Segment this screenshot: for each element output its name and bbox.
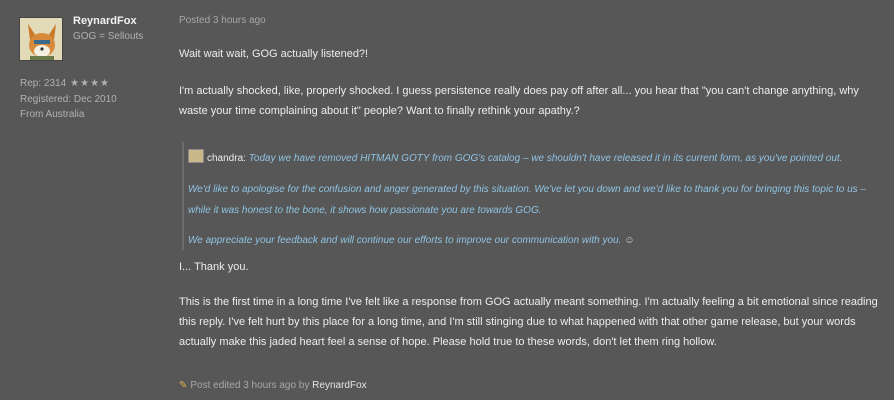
post-edited-note: ✎ Post edited 3 hours ago by ReynardFox (179, 380, 367, 391)
post-timestamp[interactable]: Posted 3 hours ago (179, 15, 266, 26)
reputation-stars-icon: ★★★★ (70, 78, 111, 89)
smiley-icon: ☺ (624, 235, 635, 246)
fox-avatar-icon (20, 18, 62, 60)
user-location: From Australia (20, 109, 85, 120)
quote-text: We appreciate your feedback and will con… (188, 235, 622, 246)
post-paragraph: I'm actually shocked, like, properly sho… (179, 85, 859, 117)
pencil-icon: ✎ (179, 380, 188, 391)
post-paragraph: I... Thank you. (179, 261, 249, 273)
quote-text: Today we have removed HITMAN GOTY from G… (248, 153, 843, 164)
forum-post: ReynardFox GOG = Sellouts Rep: 2314 ★★★★ … (0, 0, 894, 400)
post-paragraph: This is the first time in a long time I'… (179, 296, 878, 348)
quote-text-last: We appreciate your feedback and will con… (188, 230, 888, 251)
quote-header: chandra: Today we have removed HITMAN GO… (188, 149, 842, 164)
username-link[interactable]: ReynardFox (73, 15, 137, 27)
user-avatar[interactable] (19, 17, 63, 61)
quote-author[interactable]: chandra: (207, 153, 246, 164)
reputation-label: Rep: 2314 (20, 78, 67, 89)
post-paragraph: Wait wait wait, GOG actually listened?! (179, 48, 369, 60)
user-reputation: Rep: 2314 ★★★★ (20, 78, 110, 89)
user-registered-date: Registered: Dec 2010 (20, 94, 117, 105)
edited-by-user-link[interactable]: ReynardFox (312, 380, 366, 391)
user-title: GOG = Sellouts (73, 31, 144, 42)
edited-label: Post edited 3 hours ago by (190, 380, 310, 391)
quote-avatar-icon[interactable] (188, 149, 204, 163)
quote-text: We'd like to apologise for the confusion… (188, 184, 866, 216)
quoted-post: chandra: Today we have removed HITMAN GO… (182, 142, 882, 250)
